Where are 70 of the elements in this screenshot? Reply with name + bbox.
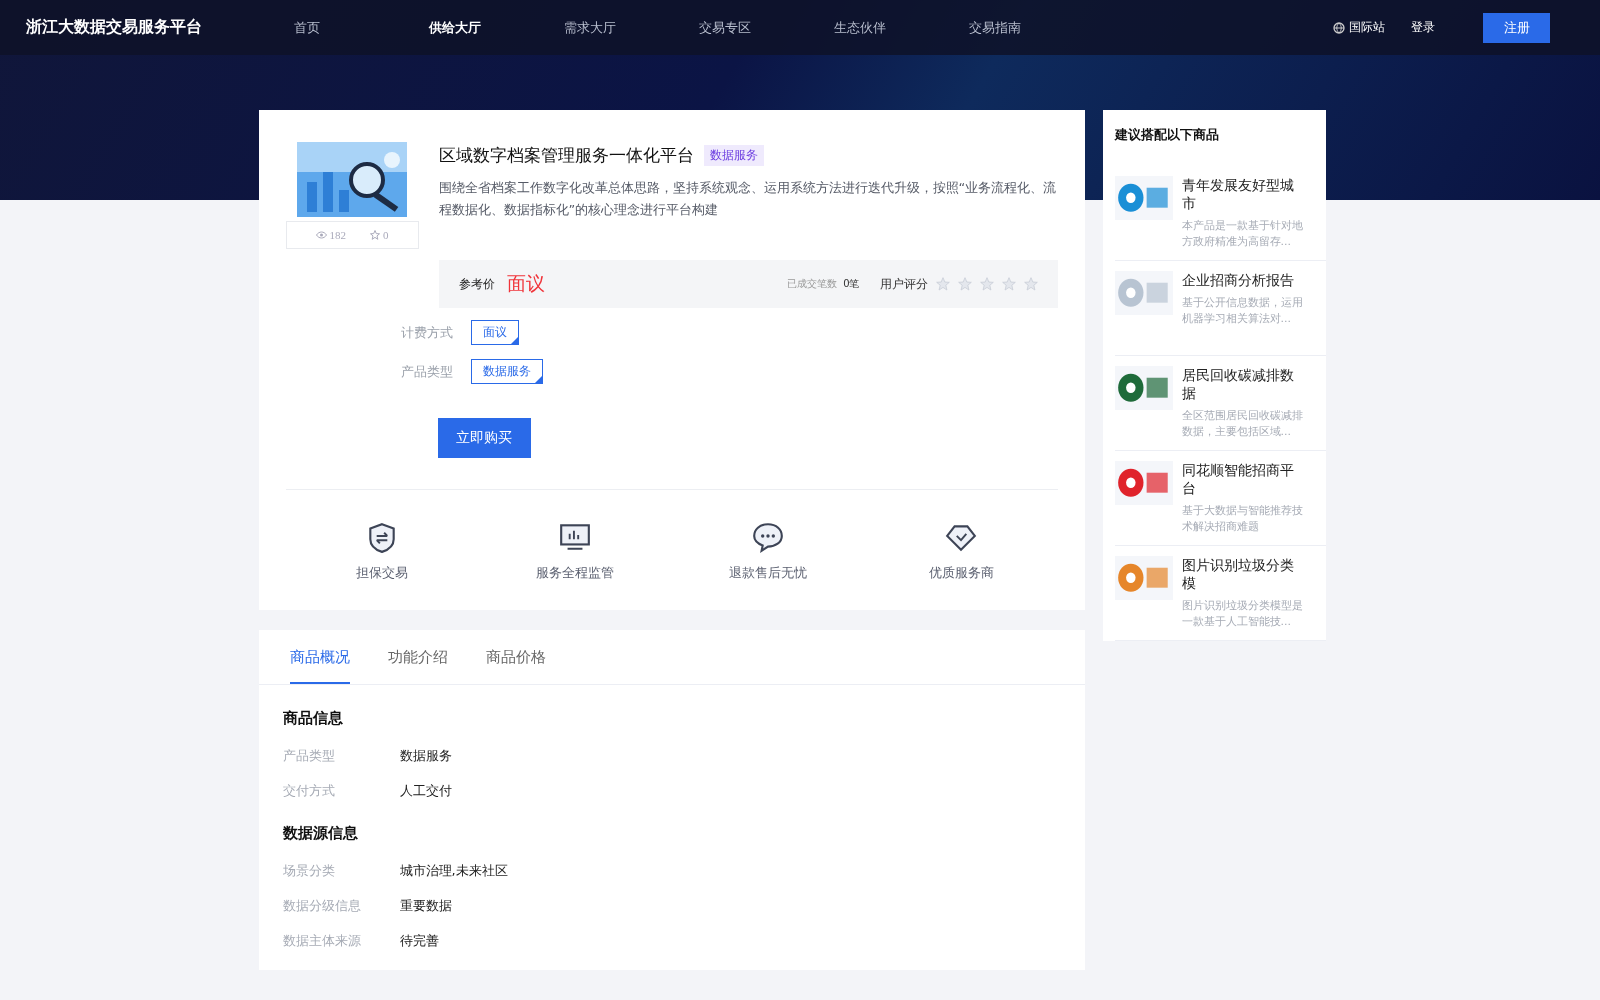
rating-label: 用户评分 [879, 275, 928, 293]
globe-icon [1333, 21, 1345, 34]
detail-tab[interactable]: 功能介绍 [387, 630, 448, 684]
nav-link[interactable]: 供给大厅 [429, 18, 564, 37]
feature-label: 担保交易 [356, 564, 408, 582]
field-label: 数据分级信息 [282, 897, 362, 915]
star-icon [370, 230, 380, 240]
field-label: 产品类型 [282, 747, 336, 765]
view-count: 182 [329, 229, 346, 241]
recommend-item[interactable]: 图片识别垃圾分类模 图片识别垃圾分类模型是一款基于人工智能技... [1114, 546, 1326, 641]
panel-title: 建议搭配以下商品 [1114, 126, 1220, 144]
category-tag: 数据服务 [703, 145, 764, 166]
login-link[interactable]: 登录 [1411, 19, 1435, 36]
field-value: 数据服务 [399, 747, 452, 765]
star-icon [1023, 277, 1038, 291]
nav-link[interactable]: 生态伙伴 [834, 18, 969, 37]
rating-stars[interactable] [935, 277, 1038, 291]
section-title: 商品信息 [282, 709, 344, 728]
field-label: 交付方式 [282, 782, 336, 800]
price-label: 参考价 [458, 275, 495, 293]
nav-link[interactable]: 需求大厅 [564, 18, 699, 37]
detail-tab[interactable]: 商品价格 [485, 630, 546, 684]
nav-link[interactable]: 交易指南 [969, 18, 1104, 37]
item-title: 居民回收碳减排数据 [1181, 366, 1295, 402]
product-title: 区域数字档案管理服务一体化平台 [438, 144, 694, 167]
item-title: 图片识别垃圾分类模 [1181, 556, 1295, 592]
price-value: 面议 [506, 271, 546, 296]
item-description: 图片识别垃圾分类模型是一款基于人工智能技... [1181, 598, 1304, 630]
option-tag[interactable]: 数据服务 [470, 359, 543, 384]
chat-bubble-icon [751, 520, 785, 554]
option-label: 产品类型 [400, 362, 454, 381]
favorite-count: 0 [383, 229, 389, 241]
buy-button[interactable]: 立即购买 [437, 418, 531, 458]
site-logo[interactable]: 浙江大数据交易服务平台 [26, 17, 294, 38]
star-icon [979, 277, 994, 291]
detail-tab[interactable]: 商品概况 [289, 630, 350, 684]
item-description: 基于大数据与智能推荐技术解决招商难题 [1181, 503, 1304, 535]
recommend-item[interactable]: 企业招商分析报告 基于公开信息数据，运用机器学习相关算法对... [1114, 261, 1326, 356]
star-icon [935, 277, 950, 291]
deals-count: 0笔 [843, 277, 860, 291]
field-value: 待完善 [399, 932, 439, 950]
item-title: 青年发展友好型城市 [1181, 176, 1295, 212]
field-value: 城市治理,未来社区 [399, 862, 508, 880]
field-value: 人工交付 [399, 782, 452, 800]
item-description: 基于公开信息数据，运用机器学习相关算法对... [1181, 295, 1304, 327]
international-link[interactable]: 国际站 [1333, 19, 1385, 36]
section-title: 数据源信息 [282, 824, 359, 843]
star-icon [1001, 277, 1016, 291]
option-tag[interactable]: 面议 [470, 320, 519, 345]
recommend-item[interactable]: 居民回收碳减排数据 全区范围居民回收碳减排数据，主要包括区域... [1114, 356, 1326, 451]
field-label: 数据主体来源 [282, 932, 362, 950]
feature-label: 服务全程监管 [536, 564, 614, 582]
register-button[interactable]: 注册 [1483, 12, 1550, 43]
item-title: 企业招商分析报告 [1181, 271, 1295, 289]
field-label: 场景分类 [282, 862, 336, 880]
recommend-item[interactable]: 同花顺智能招商平台 基于大数据与智能推荐技术解决招商难题 [1114, 451, 1326, 546]
item-title: 同花顺智能招商平台 [1181, 461, 1295, 497]
nav-link[interactable]: 首页 [294, 18, 429, 37]
star-icon [957, 277, 972, 291]
field-value: 重要数据 [399, 897, 452, 915]
item-description: 全区范围居民回收碳减排数据，主要包括区域... [1181, 408, 1304, 440]
option-label: 计费方式 [400, 323, 454, 342]
feature-label: 退款售后无忧 [729, 564, 807, 582]
recommend-item[interactable]: 青年发展友好型城市 本产品是一款基于针对地方政府精准为高留存... [1114, 166, 1326, 261]
deals-label: 已成交笔数 [787, 277, 838, 291]
eye-icon [315, 231, 327, 239]
product-description: 围绕全省档案工作数字化改革总体思路，坚持系统观念、运用系统方法进行迭代升级，按照“业务流程化、流程数据化、数据指标化”的核心理念进行平台构建 [438, 179, 1058, 219]
nav-link[interactable]: 交易专区 [699, 18, 834, 37]
item-description: 本产品是一款基于针对地方政府精准为高留存... [1181, 218, 1304, 250]
feature-label: 优质服务商 [928, 564, 994, 582]
